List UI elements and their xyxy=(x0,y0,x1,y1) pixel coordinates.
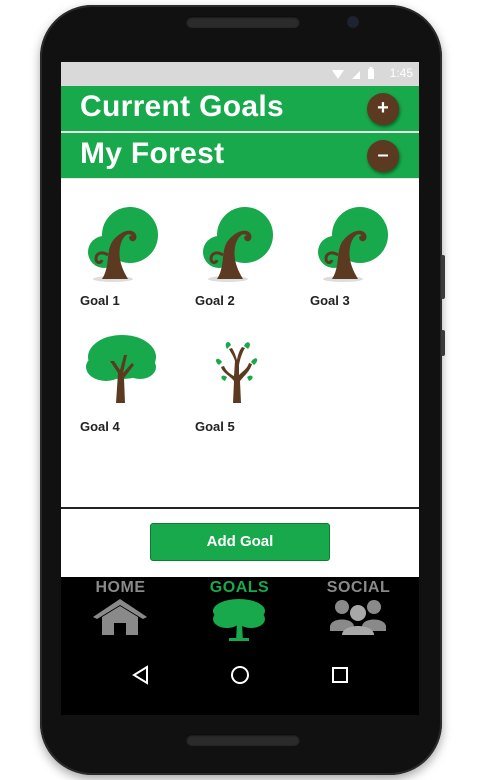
goal-label: Goal 4 xyxy=(80,419,120,434)
wifi-icon xyxy=(332,69,344,79)
nav-goals[interactable]: GOALS xyxy=(180,577,299,645)
nav-social-label: SOCIAL xyxy=(326,579,391,596)
goal-label: Goal 2 xyxy=(195,293,235,308)
recents-icon[interactable] xyxy=(328,663,352,687)
forest-grid: Goal 1 Goal 2 Goal 3 Goal 4 Goal 5 xyxy=(61,179,419,509)
goal-label: Goal 3 xyxy=(310,293,350,308)
nav-home-label: HOME xyxy=(95,579,146,596)
current-goals-header[interactable]: Current Goals + xyxy=(61,86,419,133)
add-goal-button[interactable]: Add Goal xyxy=(150,523,330,561)
nav-goals-label: GOALS xyxy=(209,579,270,596)
goal-item[interactable]: Goal 2 xyxy=(195,207,295,317)
goal-label: Goal 5 xyxy=(195,419,235,434)
my-forest-title: My Forest xyxy=(80,137,225,170)
nav-home[interactable]: HOME xyxy=(61,577,180,645)
battery-icon xyxy=(368,67,374,79)
sapling-icon xyxy=(215,342,258,403)
curly-tree-icon xyxy=(88,207,158,282)
curly-tree-icon xyxy=(203,207,273,282)
back-icon[interactable] xyxy=(129,663,153,687)
volume-button xyxy=(441,255,445,299)
curly-tree-icon xyxy=(318,207,388,282)
nav-social[interactable]: SOCIAL xyxy=(299,577,418,645)
signal-icon xyxy=(352,70,360,79)
tree-icon xyxy=(213,599,265,641)
goal-item[interactable]: Goal 3 xyxy=(310,207,410,317)
current-goals-title: Current Goals xyxy=(80,90,284,123)
bottom-speaker xyxy=(186,734,300,746)
status-time: 1:45 xyxy=(389,66,413,80)
goal-item[interactable]: Goal 4 xyxy=(80,333,180,443)
expand-button[interactable]: + xyxy=(367,93,399,125)
goal-item[interactable]: Goal 1 xyxy=(80,207,180,317)
top-speaker xyxy=(186,16,300,28)
home-circle-icon[interactable] xyxy=(228,663,252,687)
footer: Add Goal xyxy=(61,509,419,577)
goal-label: Goal 1 xyxy=(80,293,120,308)
bottom-nav: HOME GOALS SOCIAL xyxy=(61,577,419,645)
round-tree-icon xyxy=(86,335,156,403)
front-camera xyxy=(348,17,358,27)
group-icon xyxy=(330,600,386,635)
system-nav-bar xyxy=(61,645,419,705)
status-bar: 1:45 xyxy=(61,62,419,86)
goal-item[interactable]: Goal 5 xyxy=(195,333,295,443)
collapse-button[interactable]: – xyxy=(367,140,399,172)
home-icon xyxy=(93,599,147,635)
power-button xyxy=(441,330,445,356)
screen: 1:45 Current Goals + My Forest – Goal 1 xyxy=(61,62,419,715)
my-forest-header[interactable]: My Forest – xyxy=(61,133,419,180)
